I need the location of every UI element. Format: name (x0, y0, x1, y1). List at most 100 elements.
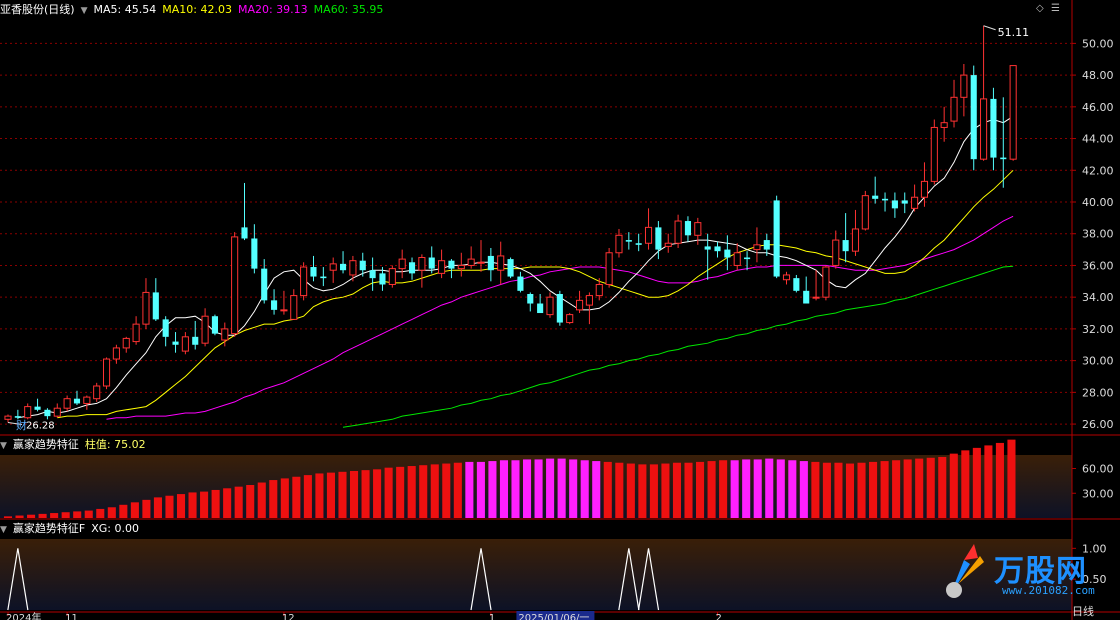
watermark-logo: 万股网 www.201082.com (932, 536, 1112, 606)
indicator1-bar (3, 516, 13, 518)
candle-body (881, 198, 889, 201)
x-tick-label: 2025/01/06/一 (518, 613, 589, 620)
diamond-icon[interactable]: ◇ (1036, 3, 1044, 14)
indicator1-bar (638, 464, 647, 518)
indicator1-bar (130, 502, 139, 518)
candle-body (763, 240, 770, 250)
candle-body (290, 295, 298, 320)
candle-body (625, 240, 632, 242)
candle-body (310, 267, 317, 277)
candle-body (53, 407, 61, 417)
candle-body (861, 195, 869, 230)
candle-body (605, 252, 613, 285)
candle-body (891, 200, 898, 209)
indicator1-bar (557, 458, 566, 518)
low-label: 26.28 (26, 420, 55, 431)
y-tick-label: 60.00 (1082, 463, 1114, 476)
candle-body (102, 358, 111, 387)
collapse-triangle-icon[interactable]: ▼ (0, 525, 7, 535)
rocket-logo-icon (946, 544, 984, 598)
indicator1-bar (1007, 439, 1016, 518)
indicator1-bar (176, 494, 186, 518)
candle-body (615, 234, 623, 254)
candle-body (63, 398, 71, 409)
candle-body (251, 238, 258, 269)
candle-body (34, 406, 41, 410)
indicator1-bar (50, 513, 59, 518)
indicator1-bar (338, 471, 347, 518)
y-tick-label: 50.00 (1082, 37, 1114, 50)
indicator1-bar (27, 514, 36, 518)
candle-body (14, 416, 21, 418)
indicator1-bar (984, 445, 993, 518)
x-tick-label: 2024年 (6, 611, 41, 620)
indicator1-bar (326, 472, 335, 518)
candle-body (704, 246, 711, 250)
candle-body (192, 336, 199, 345)
y-tick-label: 44.00 (1082, 133, 1114, 146)
candle-body (162, 319, 169, 337)
indicator1-bar (488, 461, 497, 518)
indicator2-value: XG: 0.00 (91, 522, 140, 535)
candle-body (655, 227, 662, 250)
y-tick-label: 42.00 (1082, 164, 1114, 177)
candle-body (990, 98, 997, 158)
indicator1-bar (857, 462, 866, 518)
ma5-label: MA5: 45.54 (93, 3, 157, 16)
candle-body (359, 260, 366, 271)
candle-body (980, 98, 988, 160)
candle-body (872, 195, 879, 199)
period-label[interactable]: 日线 (1072, 604, 1094, 620)
candle-body (507, 259, 514, 277)
indicator2-name: 赢家趋势特征F (12, 522, 86, 535)
indicator2-header: ▼ 赢家趋势特征F XG: 0.00 (0, 521, 145, 537)
indicator1-bar (499, 460, 509, 518)
indicator1-bar (419, 465, 428, 518)
candle-body (585, 295, 593, 306)
candle-body (546, 296, 554, 316)
candle-body (4, 415, 12, 420)
collapse-triangle-icon[interactable]: ▼ (0, 441, 7, 451)
y-tick-label: 30.00 (1082, 487, 1114, 500)
indicator1-bar (811, 461, 820, 518)
x-tick-label: 1 (489, 613, 495, 620)
candle-body (940, 122, 948, 128)
indicator1-bar (569, 459, 578, 518)
indicator1-bar (949, 453, 958, 518)
candle-body (221, 328, 229, 341)
candle-body (901, 200, 908, 204)
candle-body (832, 239, 840, 266)
indicator1-bar (223, 488, 232, 518)
indicator1-bar (730, 460, 739, 518)
candle-body (142, 291, 150, 325)
candle-body (920, 180, 929, 198)
indicator1-bar (142, 499, 151, 518)
indicator1-bar (15, 515, 24, 518)
candle-body (822, 266, 830, 298)
ma20-label: MA20: 39.13 (237, 3, 308, 16)
indicator1-bar (661, 463, 670, 518)
candle-body (172, 341, 179, 345)
candle-body (112, 347, 120, 360)
candle-body (388, 268, 396, 285)
collapse-triangle-icon[interactable]: ▼ (81, 6, 88, 16)
indicator1-bar (834, 462, 843, 518)
indicator1-bar (442, 463, 451, 518)
candle-body (714, 246, 721, 252)
candle-body (782, 274, 791, 281)
candle-body (271, 300, 278, 310)
x-tick-label: 12 (282, 613, 295, 620)
indicator1-bar (765, 458, 774, 518)
candle-body (241, 227, 248, 239)
candle-body (527, 294, 534, 304)
candle-body (793, 278, 800, 291)
candle-body (261, 268, 268, 301)
indicator1-bar (869, 461, 878, 518)
candle-body (911, 196, 919, 209)
y-tick-label: 34.00 (1082, 291, 1114, 304)
y-tick-label: 40.00 (1082, 196, 1114, 209)
menu-icon[interactable]: ☰ (1051, 3, 1060, 14)
indicator1-bar (153, 497, 162, 518)
indicator1-bar (430, 464, 439, 518)
candle-body (280, 309, 288, 312)
